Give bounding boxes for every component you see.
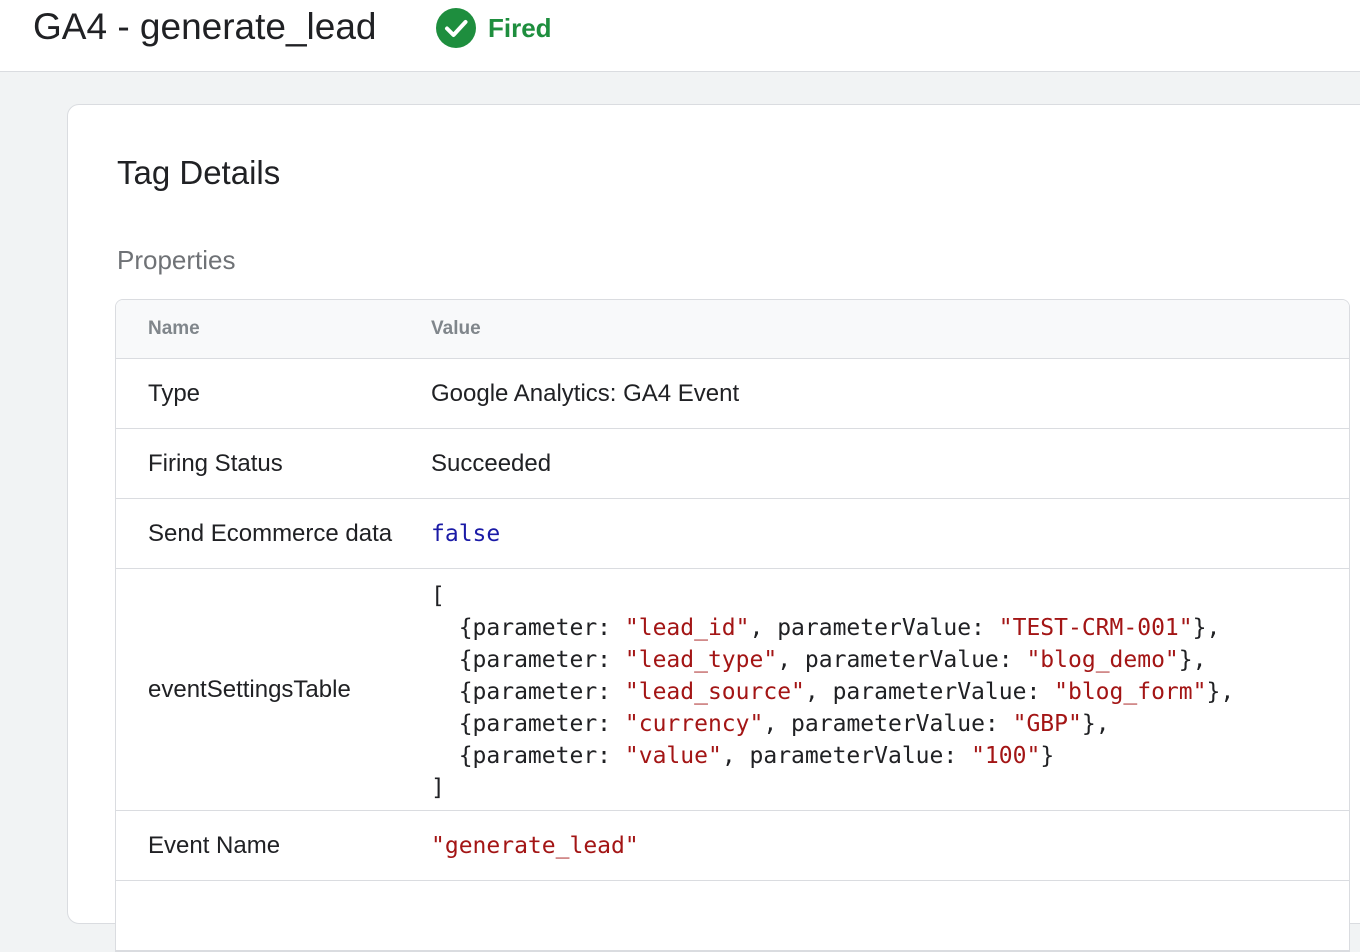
status-label: Fired [488,13,552,43]
table-row: Event Name "generate_lead" [116,811,1349,881]
property-name: Firing Status [148,449,283,477]
property-name: Send Ecommerce data [148,519,393,547]
column-header-value: Value [431,318,481,339]
code-line: {parameter: "lead_type", parameterValue:… [431,646,1207,673]
table-row [116,881,1349,951]
table-header-row: Name Value [116,300,1349,359]
tag-title: GA4 - generate_lead [33,6,377,47]
table-row: Firing Status Succeeded [116,429,1349,499]
column-header-name: Name [148,318,200,339]
table-row: Type Google Analytics: GA4 Event [116,359,1349,429]
fired-status: Fired [436,8,552,48]
code-line: {parameter: "lead_source", parameterValu… [431,678,1235,705]
property-name: Type [148,379,201,407]
tag-details-card: Tag Details Properties Name Value Type G… [67,104,1360,952]
code-line: {parameter: "currency", parameterValue: … [431,710,1110,737]
code-line: {parameter: "value", parameterValue: "10… [431,742,1055,769]
properties-table: Name Value Type Google Analytics: GA4 Ev… [115,299,1350,952]
card-title: Tag Details [117,154,281,191]
section-title: Properties [117,245,236,275]
property-value: "generate_lead" [431,832,639,859]
code-line: {parameter: "lead_id", parameterValue: "… [431,614,1221,641]
property-name: eventSettingsTable [148,675,351,703]
check-circle-icon [436,8,476,48]
code-open-bracket: [ [431,582,445,609]
property-value: false [431,520,501,547]
table-row: eventSettingsTable [ {parameter: "lead_i… [116,569,1349,811]
code-close-bracket: ] [431,774,445,801]
table-row: Send Ecommerce data false [116,499,1349,569]
property-value: Google Analytics: GA4 Event [431,379,740,407]
property-value: Succeeded [431,449,552,477]
property-name: Event Name [148,831,281,859]
event-settings-code: [ {parameter: "lead_id", parameterValue:… [398,569,1349,810]
page-header: GA4 - generate_lead Fired [0,0,1360,72]
